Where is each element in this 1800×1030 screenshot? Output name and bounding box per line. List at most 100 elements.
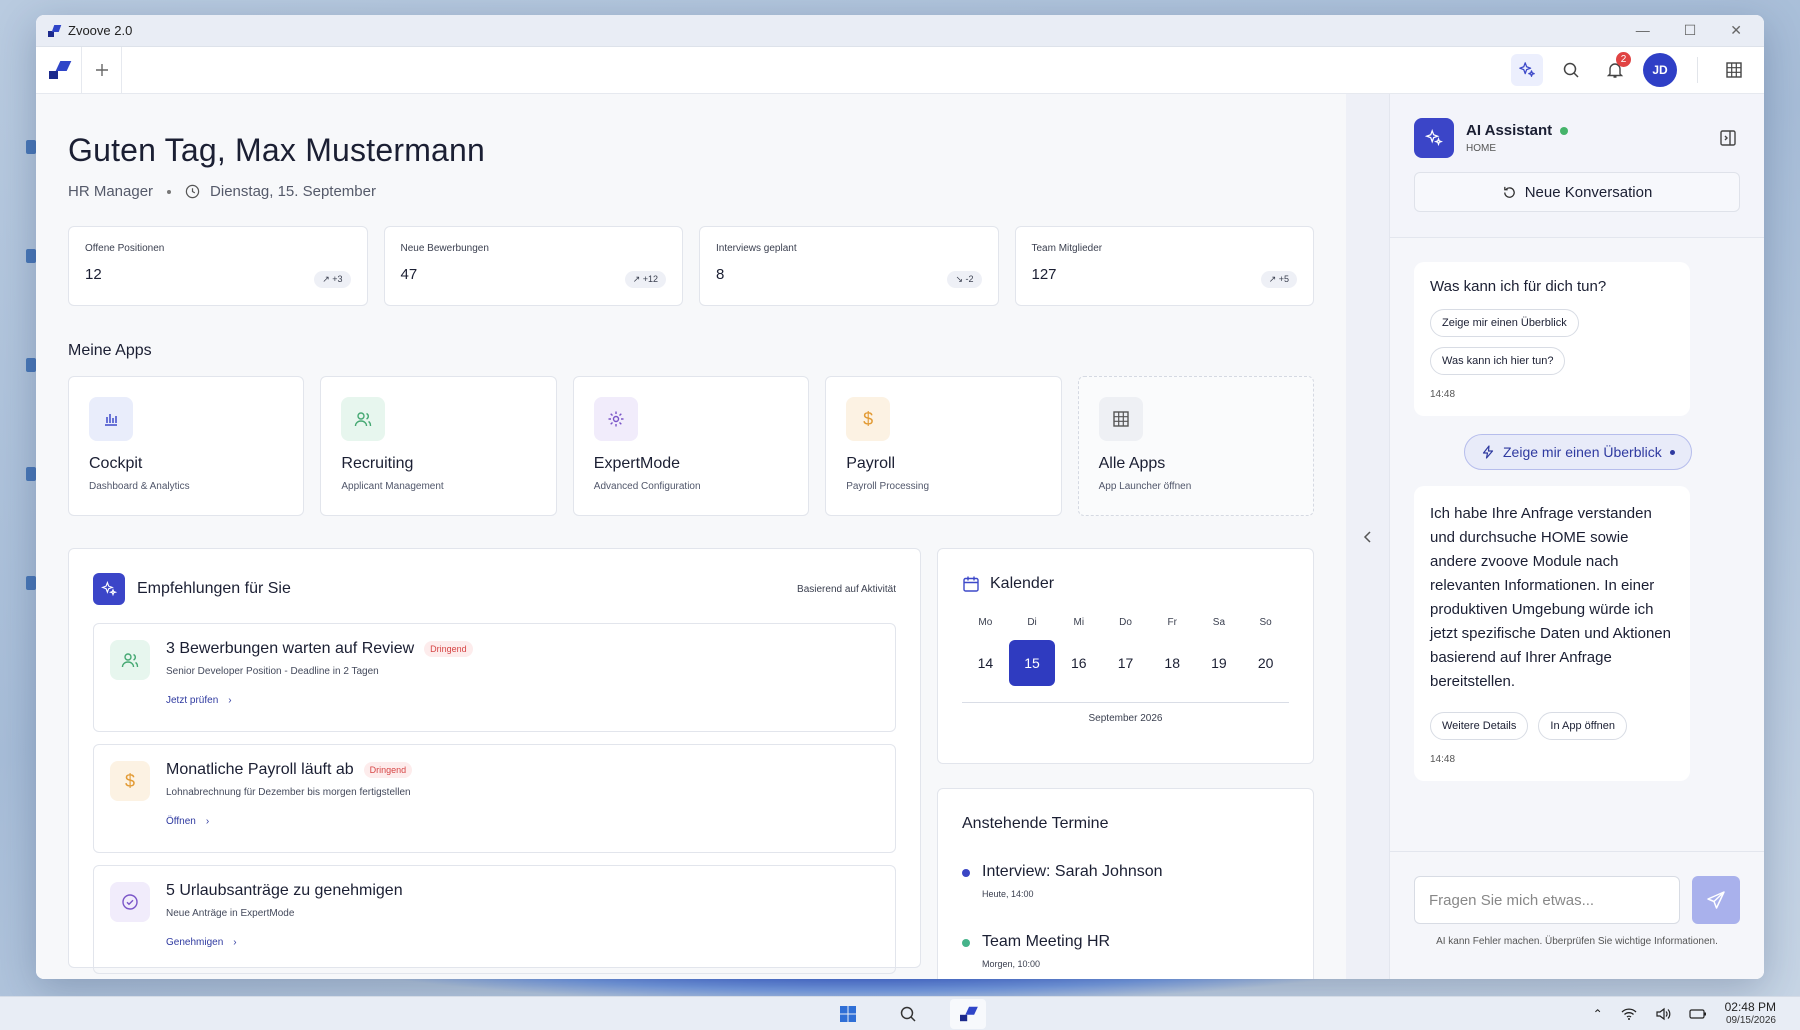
search-button[interactable] (1555, 54, 1587, 86)
toggle-panel-button[interactable] (1716, 126, 1740, 150)
suggestion-chip[interactable]: Zeige mir einen Überblick (1430, 309, 1579, 337)
app-card-recruiting[interactable]: Recruiting Applicant Management (320, 376, 557, 516)
maximize-button[interactable]: ☐ (1684, 22, 1697, 39)
chevron-up-icon[interactable]: ⌃ (1593, 1007, 1603, 1021)
message-text: Ich habe Ihre Anfrage verstanden und dur… (1430, 505, 1671, 690)
app-description: Payroll Processing (846, 481, 929, 492)
calendar-day[interactable]: 20 (1242, 640, 1289, 686)
assistant-message: Ich habe Ihre Anfrage verstanden und dur… (1414, 486, 1690, 781)
chevron-right-icon: › (205, 816, 210, 827)
app-description: Dashboard & Analytics (89, 481, 190, 492)
message-text: Was kann ich für dich tun? (1430, 278, 1607, 295)
weekday-label: Sa (1212, 617, 1226, 628)
stat-trend-badge: ↗ +12 (624, 271, 666, 288)
stat-trend-badge: ↗ +3 (314, 271, 351, 288)
calendar-day[interactable]: 19 (1196, 640, 1243, 686)
recommendation-description: Lohnabrechnung für Dezember bis morgen f… (166, 787, 411, 798)
appointment-item[interactable]: Team Meeting HR Morgen, 10:00 (962, 933, 1289, 969)
app-grid-button[interactable] (1718, 54, 1750, 86)
start-button[interactable] (830, 999, 866, 1029)
calendar-day[interactable]: 14 (962, 640, 1009, 686)
volume-icon[interactable] (1655, 1007, 1671, 1021)
grid-icon (1098, 397, 1143, 441)
status-dot (962, 869, 970, 877)
close-button[interactable]: ✕ (1730, 22, 1742, 39)
recommendation-action-link[interactable]: Genehmigen › (166, 937, 403, 948)
sparkle-icon (1519, 62, 1535, 77)
recommendations-title: Empfehlungen für Sie (137, 580, 291, 597)
stat-label: Neue Bewerbungen (400, 243, 489, 254)
weekday-label: Mo (978, 617, 993, 628)
sparkle-icon (93, 573, 125, 605)
chevron-right-icon: › (233, 937, 237, 948)
online-status-dot (1560, 126, 1569, 135)
suggestion-chip[interactable]: Was kann ich hier tun? (1430, 347, 1566, 375)
refresh-icon (1503, 186, 1515, 198)
home-logo-button[interactable] (36, 47, 82, 93)
new-conversation-button[interactable]: Neue Konversation (1414, 172, 1740, 212)
recommendation-item[interactable]: $ Monatliche Payroll läuft ab Dringend L… (93, 744, 896, 853)
my-apps-title: Meine Apps (68, 342, 152, 359)
minimize-button[interactable]: — (1636, 22, 1650, 39)
app-description: App Launcher öffnen (1098, 481, 1192, 492)
taskbar-zvoove-app[interactable] (950, 998, 986, 1029)
recommendations-panel: Empfehlungen für Sie Basierend auf Aktiv… (68, 548, 921, 974)
taskbar-search-button[interactable] (890, 999, 926, 1029)
more-details-button[interactable]: Weitere Details (1430, 712, 1529, 740)
user-role: HR Manager (68, 183, 154, 200)
calendar-day-today[interactable]: 15 (1009, 640, 1056, 686)
urgent-badge: Dringend (424, 641, 473, 657)
new-tab-button[interactable] (82, 47, 122, 93)
urgent-badge: Dringend (363, 762, 413, 778)
stat-value: 12 (85, 266, 102, 283)
app-card-payroll[interactable]: $ Payroll Payroll Processing (825, 376, 1062, 516)
panel-right-icon (1720, 130, 1736, 146)
collapse-assistant-toggle[interactable] (1346, 94, 1390, 979)
send-icon (1707, 891, 1725, 909)
assistant-name: AI Assistant (1466, 122, 1553, 139)
battery-icon[interactable] (1689, 1008, 1707, 1020)
gear-icon (593, 397, 638, 441)
appointment-item[interactable]: Interview: Sarah Johnson Heute, 14:00 (962, 863, 1289, 899)
appointments-title: Anstehende Termine (962, 815, 1109, 832)
current-date: Dienstag, 15. September (210, 183, 376, 200)
system-clock[interactable]: 02:48 PM 09/15/2026 (1725, 1000, 1776, 1028)
calendar-icon (963, 576, 979, 592)
stat-card-team-members[interactable]: Team Mitglieder 127 ↗ +5 (1014, 226, 1314, 306)
stat-card-open-positions[interactable]: Offene Positionen 12 ↗ +3 (68, 226, 368, 306)
status-dot (962, 939, 970, 947)
users-icon (110, 640, 150, 680)
app-card-cockpit[interactable]: Cockpit Dashboard & Analytics (68, 376, 305, 516)
lightning-icon (1482, 445, 1494, 459)
chat-input[interactable] (1414, 876, 1680, 924)
app-card-expertmode[interactable]: ExpertMode Advanced Configuration (572, 376, 810, 516)
calendar-title: Kalender (990, 575, 1055, 592)
app-card-all-apps[interactable]: Alle Apps App Launcher öffnen (1077, 376, 1314, 516)
open-in-app-button[interactable]: In App öffnen (1538, 712, 1628, 740)
stat-label: Interviews geplant (716, 243, 797, 254)
user-avatar[interactable]: JD (1643, 53, 1677, 87)
calendar-day[interactable]: 17 (1102, 640, 1149, 686)
calendar-day[interactable]: 16 (1055, 640, 1102, 686)
app-name: Alle Apps (1098, 455, 1166, 472)
wifi-icon[interactable] (1621, 1007, 1637, 1021)
recommendation-action-link[interactable]: Jetzt prüfen › (166, 695, 473, 706)
ai-assistant-panel: AI Assistant HOME Neue Konversation Was … (1390, 94, 1764, 979)
notifications-button[interactable]: 2 (1599, 52, 1631, 86)
recommendation-item[interactable]: 5 Urlaubsanträge zu genehmigen Neue Antr… (93, 865, 896, 974)
recommendation-action-link[interactable]: Öffnen › (166, 816, 412, 827)
send-button[interactable] (1692, 876, 1740, 924)
zvoove-logo-icon (48, 25, 60, 37)
calendar-day[interactable]: 18 (1149, 640, 1196, 686)
plus-icon (95, 64, 108, 76)
chevron-right-icon: › (228, 695, 232, 706)
stat-label: Offene Positionen (85, 243, 165, 254)
stat-card-new-applications[interactable]: Neue Bewerbungen 47 ↗ +12 (383, 226, 683, 306)
stat-value: 127 (1031, 266, 1057, 283)
stat-value: 8 (716, 266, 725, 283)
page-title: Guten Tag, Max Mustermann (68, 132, 486, 168)
recommendation-item[interactable]: 3 Bewerbungen warten auf Review Dringend… (93, 623, 896, 732)
bar-chart-icon (89, 397, 133, 441)
stat-card-interviews[interactable]: Interviews geplant 8 ↘ -2 (699, 226, 999, 306)
ai-assistant-button[interactable] (1511, 54, 1543, 86)
